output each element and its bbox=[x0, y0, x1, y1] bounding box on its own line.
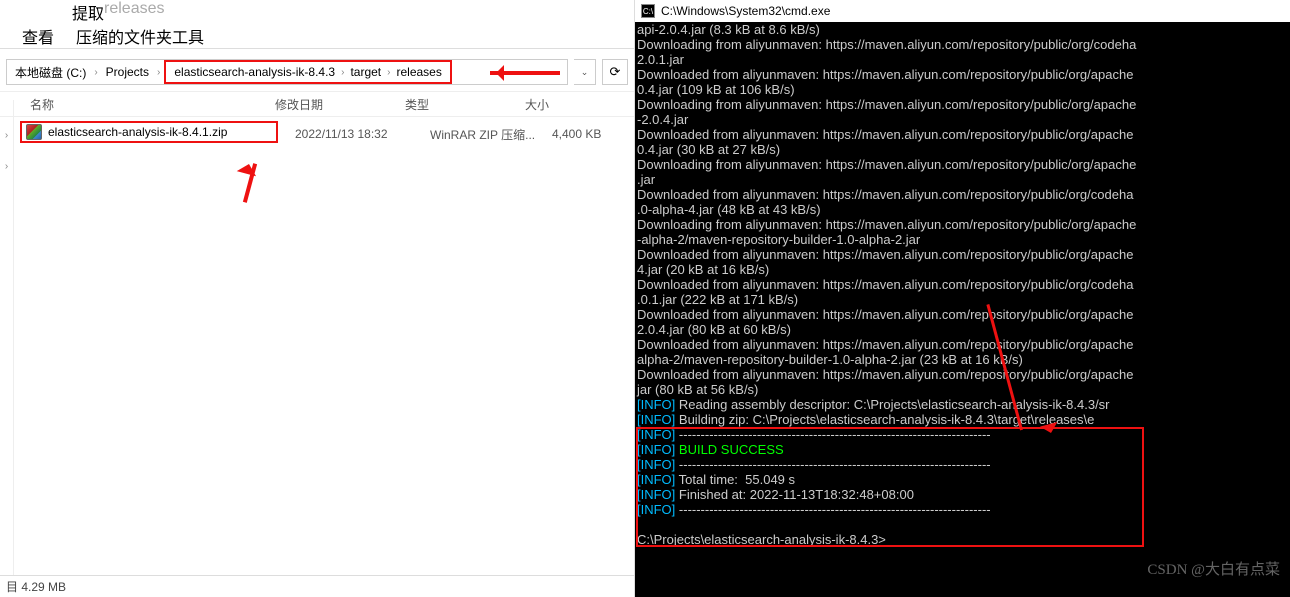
col-header-name[interactable]: 名称 bbox=[0, 96, 275, 113]
crumb-seg-es-ik[interactable]: elasticsearch-analysis-ik-8.4.3 bbox=[170, 63, 339, 81]
chevron-right-icon: › bbox=[339, 67, 346, 78]
refresh-icon: ⟳ bbox=[610, 64, 621, 80]
cmd-body[interactable]: api-2.0.4.jar (8.3 kB at 8.6 kB/s)Downlo… bbox=[635, 22, 1290, 597]
breadcrumb-highlight-box: elasticsearch-analysis-ik-8.4.3 › target… bbox=[164, 60, 451, 84]
breadcrumb-dropdown[interactable]: ⌄ bbox=[574, 59, 596, 85]
crumb-seg-target[interactable]: target bbox=[346, 63, 385, 81]
chevron-right-icon: › bbox=[92, 67, 99, 78]
crumb-seg-releases[interactable]: releases bbox=[392, 63, 445, 81]
ribbon-view[interactable]: 查看 bbox=[0, 20, 76, 52]
refresh-button[interactable]: ⟳ bbox=[602, 59, 628, 85]
cmd-title-text: C:\Windows\System32\cmd.exe bbox=[661, 4, 830, 19]
chevron-right-icon: › bbox=[385, 67, 392, 78]
archive-icon bbox=[26, 124, 42, 140]
cmd-window: C:\ C:\Windows\System32\cmd.exe api-2.0.… bbox=[635, 0, 1290, 597]
cmd-titlebar[interactable]: C:\ C:\Windows\System32\cmd.exe bbox=[635, 0, 1290, 22]
crumb-seg-disk[interactable]: 本地磁盘 (C:) bbox=[11, 62, 90, 83]
crumb-seg-projects[interactable]: Projects bbox=[102, 63, 153, 81]
ribbon-compress-tools[interactable]: 压缩的文件夹工具 bbox=[76, 24, 204, 48]
file-name: elasticsearch-analysis-ik-8.4.1.zip bbox=[48, 125, 227, 139]
status-text: 目 4.29 MB bbox=[6, 578, 66, 595]
file-date: 2022/11/13 18:32 bbox=[295, 123, 425, 145]
file-explorer-pane: 提取 releases 查看 压缩的文件夹工具 本地磁盘 (C:) › Proj… bbox=[0, 0, 635, 597]
file-list: elasticsearch-analysis-ik-8.4.1.zip 2022… bbox=[0, 117, 634, 575]
col-header-type[interactable]: 类型 bbox=[405, 96, 525, 113]
breadcrumb-bar: 本地磁盘 (C:) › Projects › elasticsearch-ana… bbox=[6, 57, 628, 87]
col-header-date[interactable]: 修改日期 bbox=[275, 96, 405, 113]
ribbon-tab-extract[interactable]: 提取 bbox=[72, 0, 104, 23]
chevron-down-icon: ⌄ bbox=[581, 67, 589, 78]
ribbon-tab-releases[interactable]: releases bbox=[104, 0, 164, 23]
file-size: 4,400 KB bbox=[552, 123, 632, 145]
col-header-size[interactable]: 大小 bbox=[525, 96, 605, 113]
file-type: WinRAR ZIP 压缩... bbox=[430, 123, 550, 145]
chevron-right-icon: › bbox=[155, 67, 162, 78]
column-headers: 名称 修改日期 类型 大小 bbox=[0, 91, 634, 117]
breadcrumb-path[interactable]: 本地磁盘 (C:) › Projects › elasticsearch-ana… bbox=[6, 59, 568, 85]
status-bar: 目 4.29 MB bbox=[0, 575, 634, 597]
cmd-icon: C:\ bbox=[641, 4, 655, 18]
file-row[interactable]: elasticsearch-analysis-ik-8.4.1.zip bbox=[20, 121, 278, 143]
ribbon: 提取 releases 查看 压缩的文件夹工具 bbox=[0, 0, 634, 49]
